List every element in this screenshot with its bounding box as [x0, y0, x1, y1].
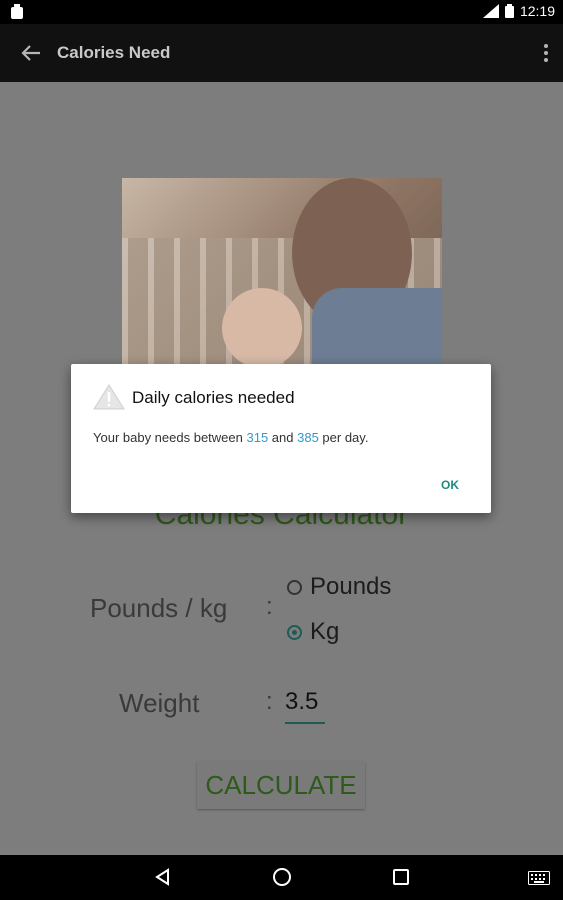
overflow-menu-icon[interactable]	[543, 42, 549, 64]
notification-icon	[11, 4, 23, 19]
min-calories-value: 315	[246, 430, 269, 445]
radio-unchecked-icon	[287, 579, 302, 595]
radio-checked-icon	[287, 624, 302, 640]
weight-colon: :	[266, 688, 273, 715]
app-bar: Calories Need	[0, 24, 563, 82]
unit-label: Pounds / kg	[90, 593, 228, 623]
warning-icon	[93, 384, 125, 410]
battery-icon	[504, 4, 514, 18]
dialog-message-mid: and	[268, 430, 298, 445]
calories-dialog: Daily calories needed Your baby needs be…	[71, 364, 491, 513]
nav-home-icon[interactable]	[273, 868, 291, 886]
back-arrow-icon[interactable]	[20, 43, 42, 63]
status-bar: 12:19	[0, 0, 563, 24]
page-title: Calories Need	[57, 43, 171, 62]
nav-recents-icon[interactable]	[393, 869, 409, 885]
calculate-button[interactable]: CALCULATE	[197, 762, 365, 809]
dialog-message: Your baby needs between 315 and 385 per …	[93, 430, 368, 445]
weight-label: Weight	[119, 688, 200, 718]
navigation-bar	[0, 855, 563, 900]
status-time: 12:19	[519, 3, 555, 19]
keyboard-icon[interactable]	[528, 871, 550, 885]
unit-colon: :	[266, 593, 273, 620]
dialog-message-prefix: Your baby needs between	[93, 430, 247, 445]
ok-button[interactable]: OK	[441, 478, 459, 492]
dialog-title: Daily calories needed	[132, 388, 295, 407]
radio-pounds-label: Pounds	[310, 573, 392, 600]
signal-icon	[482, 4, 499, 18]
radio-kg[interactable]: Kg	[287, 618, 339, 646]
weight-input[interactable]	[285, 682, 325, 724]
max-calories-value: 385	[297, 430, 319, 445]
father-baby-photo	[122, 178, 442, 368]
radio-pounds[interactable]: Pounds	[287, 573, 391, 601]
dialog-message-suffix: per day.	[318, 430, 369, 445]
radio-kg-label: Kg	[310, 618, 340, 645]
nav-back-icon[interactable]	[154, 868, 172, 886]
